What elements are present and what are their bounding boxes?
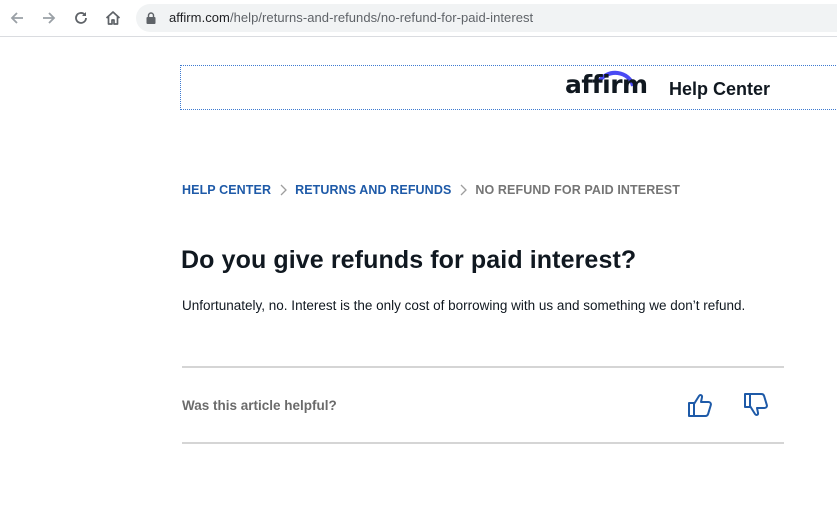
reload-icon bbox=[75, 12, 87, 24]
chevron-right-icon bbox=[279, 184, 287, 196]
site-header: affirm Help Center bbox=[180, 65, 837, 110]
article-body: Unfortunately, no. Interest is the only … bbox=[182, 298, 746, 313]
divider bbox=[182, 442, 784, 444]
divider bbox=[182, 366, 784, 368]
browser-toolbar: affirm.com/help/returns-and-refunds/no-r… bbox=[0, 0, 837, 37]
home-icon bbox=[105, 11, 121, 25]
help-center-title[interactable]: Help Center bbox=[669, 79, 770, 100]
url-host: affirm.com bbox=[169, 10, 230, 25]
back-button[interactable] bbox=[6, 7, 28, 29]
thumbs-up-button[interactable] bbox=[685, 390, 715, 420]
url-text: affirm.com/help/returns-and-refunds/no-r… bbox=[169, 10, 533, 25]
home-button[interactable] bbox=[102, 7, 124, 29]
forward-button[interactable] bbox=[38, 7, 60, 29]
breadcrumb-help-center[interactable]: HELP CENTER bbox=[182, 183, 271, 197]
reload-button[interactable] bbox=[70, 7, 92, 29]
feedback-question: Was this article helpful? bbox=[182, 398, 337, 413]
lock-icon bbox=[146, 12, 156, 24]
article-title: Do you give refunds for paid interest? bbox=[181, 246, 637, 274]
breadcrumb-current: NO REFUND FOR PAID INTEREST bbox=[475, 183, 680, 197]
logo-text: affirm bbox=[565, 70, 648, 99]
url-path: /help/returns-and-refunds/no-refund-for-… bbox=[229, 10, 534, 25]
breadcrumb: HELP CENTER RETURNS AND REFUNDS NO REFUN… bbox=[182, 183, 680, 197]
affirm-logo[interactable]: affirm bbox=[565, 66, 655, 106]
thumbs-up-icon bbox=[688, 394, 712, 417]
thumbs-down-icon bbox=[744, 393, 768, 416]
breadcrumb-returns-and-refunds[interactable]: RETURNS AND REFUNDS bbox=[295, 183, 451, 197]
chevron-right-icon bbox=[459, 184, 468, 196]
arrow-left-icon bbox=[10, 12, 23, 24]
thumbs-down-button[interactable] bbox=[741, 390, 771, 420]
address-bar[interactable]: affirm.com/help/returns-and-refunds/no-r… bbox=[136, 4, 837, 32]
arrow-right-icon bbox=[43, 12, 56, 24]
